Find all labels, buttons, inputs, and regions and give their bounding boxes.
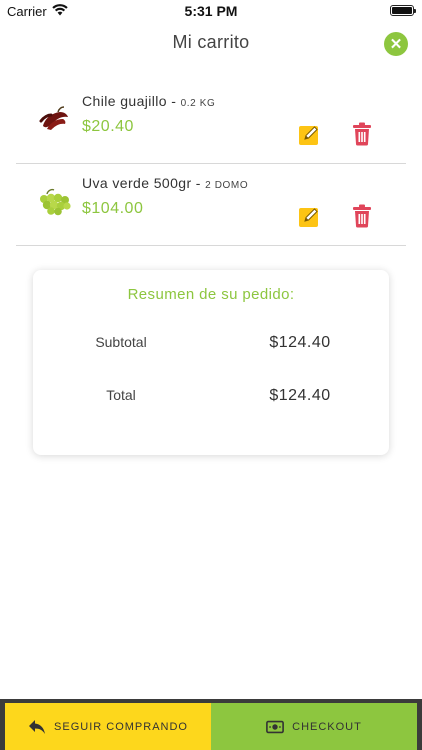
- checkout-button[interactable]: CHECKOUT: [211, 703, 417, 750]
- product-name: Uva verde 500gr - 2 DOMO: [82, 175, 248, 191]
- order-summary-card: Resumen de su pedido: Subtotal $124.40 T…: [33, 270, 389, 455]
- battery-icon: [390, 5, 416, 16]
- total-label: Total: [106, 387, 136, 403]
- close-button[interactable]: ✕: [384, 32, 408, 56]
- reply-arrow-icon: [29, 719, 46, 734]
- product-name: Chile guajillo - 0.2 KG: [82, 93, 215, 109]
- product-quantity: 2 DOMO: [205, 180, 249, 191]
- edit-button[interactable]: [298, 206, 320, 228]
- subtotal-value: $124.40: [269, 334, 331, 351]
- continue-shopping-button[interactable]: SEGUIR COMPRANDO: [5, 703, 211, 750]
- money-icon: [266, 720, 285, 733]
- product-name-text: Uva verde 500gr -: [82, 175, 206, 191]
- subtotal-label: Subtotal: [95, 334, 147, 350]
- total-value: $124.40: [269, 387, 331, 404]
- product-name-text: Chile guajillo -: [82, 93, 181, 109]
- summary-title: Resumen de su pedido:: [127, 286, 295, 303]
- chile-guajillo-image: [39, 106, 68, 130]
- page-title: Mi carrito: [172, 32, 250, 52]
- cart-item: Uva verde 500gr - 2 DOMO $104.00: [16, 164, 406, 246]
- status-time: 5:31 PM: [184, 3, 238, 19]
- bottom-action-bar: SEGUIR COMPRANDO CHECKOUT: [0, 699, 422, 750]
- cart-item: Chile guajillo - 0.2 KG $20.40: [16, 82, 406, 164]
- edit-button[interactable]: [298, 124, 320, 146]
- status-bar: Carrier 5:31 PM: [0, 0, 422, 22]
- green-grapes-image: [40, 188, 71, 216]
- continue-shopping-label: SEGUIR COMPRANDO: [54, 720, 188, 733]
- trash-icon[interactable]: [351, 204, 373, 228]
- product-price: $104.00: [82, 200, 144, 217]
- checkout-label: CHECKOUT: [292, 720, 362, 733]
- product-price: $20.40: [82, 118, 134, 135]
- product-quantity: 0.2 KG: [180, 98, 216, 109]
- close-icon: ✕: [389, 36, 403, 53]
- trash-icon[interactable]: [351, 122, 373, 146]
